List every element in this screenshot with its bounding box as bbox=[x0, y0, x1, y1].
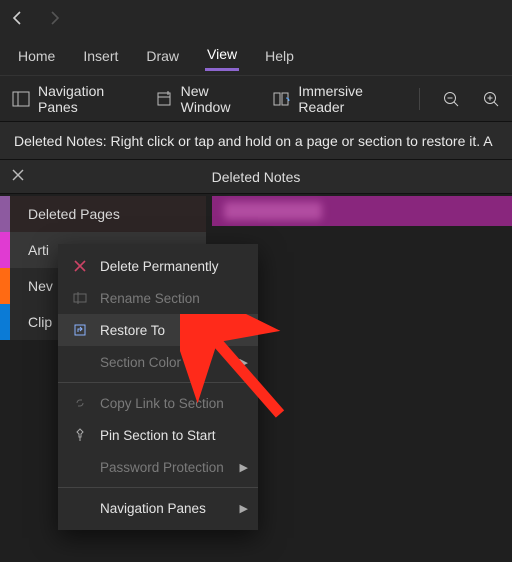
ctx-copy-link: Copy Link to Section bbox=[58, 387, 258, 419]
section-color-1 bbox=[0, 196, 10, 232]
ctx-section-color: Section Color ▶ bbox=[58, 346, 258, 378]
tab-insert[interactable]: Insert bbox=[81, 42, 120, 70]
ctx-separator-2 bbox=[58, 487, 258, 488]
tab-view[interactable]: View bbox=[205, 40, 239, 71]
zoom-out-button[interactable] bbox=[442, 90, 460, 108]
blank-icon bbox=[72, 500, 88, 516]
context-menu: Delete Permanently Rename Section Restor… bbox=[58, 244, 258, 530]
zoom-in-button[interactable] bbox=[482, 90, 500, 108]
ctx-delete-permanently[interactable]: Delete Permanently bbox=[58, 250, 258, 282]
chevron-right-icon: ▶ bbox=[240, 461, 248, 474]
restore-icon bbox=[72, 322, 88, 338]
tab-help[interactable]: Help bbox=[263, 42, 296, 70]
ctx-restore-to[interactable]: Restore To bbox=[58, 314, 258, 346]
ctx-color-label: Section Color bbox=[100, 355, 181, 370]
immersive-reader-button[interactable]: Immersive Reader bbox=[272, 83, 397, 115]
ctx-copylink-label: Copy Link to Section bbox=[100, 396, 224, 411]
rename-icon bbox=[72, 290, 88, 306]
panes-icon bbox=[12, 90, 30, 108]
ctx-restore-label: Restore To bbox=[100, 323, 165, 338]
immersive-reader-label: Immersive Reader bbox=[298, 83, 397, 115]
navigation-panes-label: Navigation Panes bbox=[38, 83, 133, 115]
ribbon: Navigation Panes New Window Immersive Re… bbox=[0, 76, 512, 122]
section-color-2 bbox=[0, 232, 10, 268]
chevron-right-icon: ▶ bbox=[240, 356, 248, 369]
chevron-right-icon: ▶ bbox=[240, 502, 248, 515]
panel-title: Deleted Notes bbox=[212, 169, 301, 185]
ribbon-separator bbox=[419, 88, 420, 110]
ctx-pin-section[interactable]: Pin Section to Start bbox=[58, 419, 258, 451]
ctx-delete-label: Delete Permanently bbox=[100, 259, 219, 274]
ctx-navpanes-label: Navigation Panes bbox=[100, 501, 206, 516]
immersive-reader-icon bbox=[272, 90, 290, 108]
redacted-page-title bbox=[224, 202, 322, 220]
pin-icon bbox=[72, 427, 88, 443]
tab-home[interactable]: Home bbox=[16, 42, 57, 70]
color-icon bbox=[72, 354, 88, 370]
ctx-navigation-panes[interactable]: Navigation Panes ▶ bbox=[58, 492, 258, 524]
page-title-strip[interactable] bbox=[212, 196, 512, 226]
zoom-out-icon bbox=[442, 90, 460, 108]
lock-icon bbox=[72, 459, 88, 475]
section-color-3 bbox=[0, 268, 10, 304]
close-panel-button[interactable] bbox=[10, 167, 30, 187]
ctx-rename-label: Rename Section bbox=[100, 291, 200, 306]
ctx-pin-label: Pin Section to Start bbox=[100, 428, 216, 443]
new-window-icon bbox=[155, 90, 173, 108]
panel-header: Deleted Notes bbox=[0, 160, 512, 194]
menubar: Home Insert Draw View Help bbox=[0, 36, 512, 76]
ctx-rename-section: Rename Section bbox=[58, 282, 258, 314]
back-button[interactable] bbox=[8, 8, 28, 28]
section-color-4 bbox=[0, 304, 10, 340]
forward-button[interactable] bbox=[44, 8, 64, 28]
section-color-strip bbox=[0, 196, 10, 340]
tab-draw[interactable]: Draw bbox=[144, 42, 181, 70]
ctx-password: Password Protection ▶ bbox=[58, 451, 258, 483]
ctx-password-label: Password Protection bbox=[100, 460, 224, 475]
ctx-separator-1 bbox=[58, 382, 258, 383]
delete-icon bbox=[72, 258, 88, 274]
zoom-in-icon bbox=[482, 90, 500, 108]
new-window-label: New Window bbox=[181, 83, 251, 115]
sidebar-header[interactable]: Deleted Pages bbox=[10, 196, 206, 232]
link-icon bbox=[72, 395, 88, 411]
navigation-panes-button[interactable]: Navigation Panes bbox=[12, 83, 133, 115]
new-window-button[interactable]: New Window bbox=[155, 83, 251, 115]
info-bar: Deleted Notes: Right click or tap and ho… bbox=[0, 122, 512, 160]
